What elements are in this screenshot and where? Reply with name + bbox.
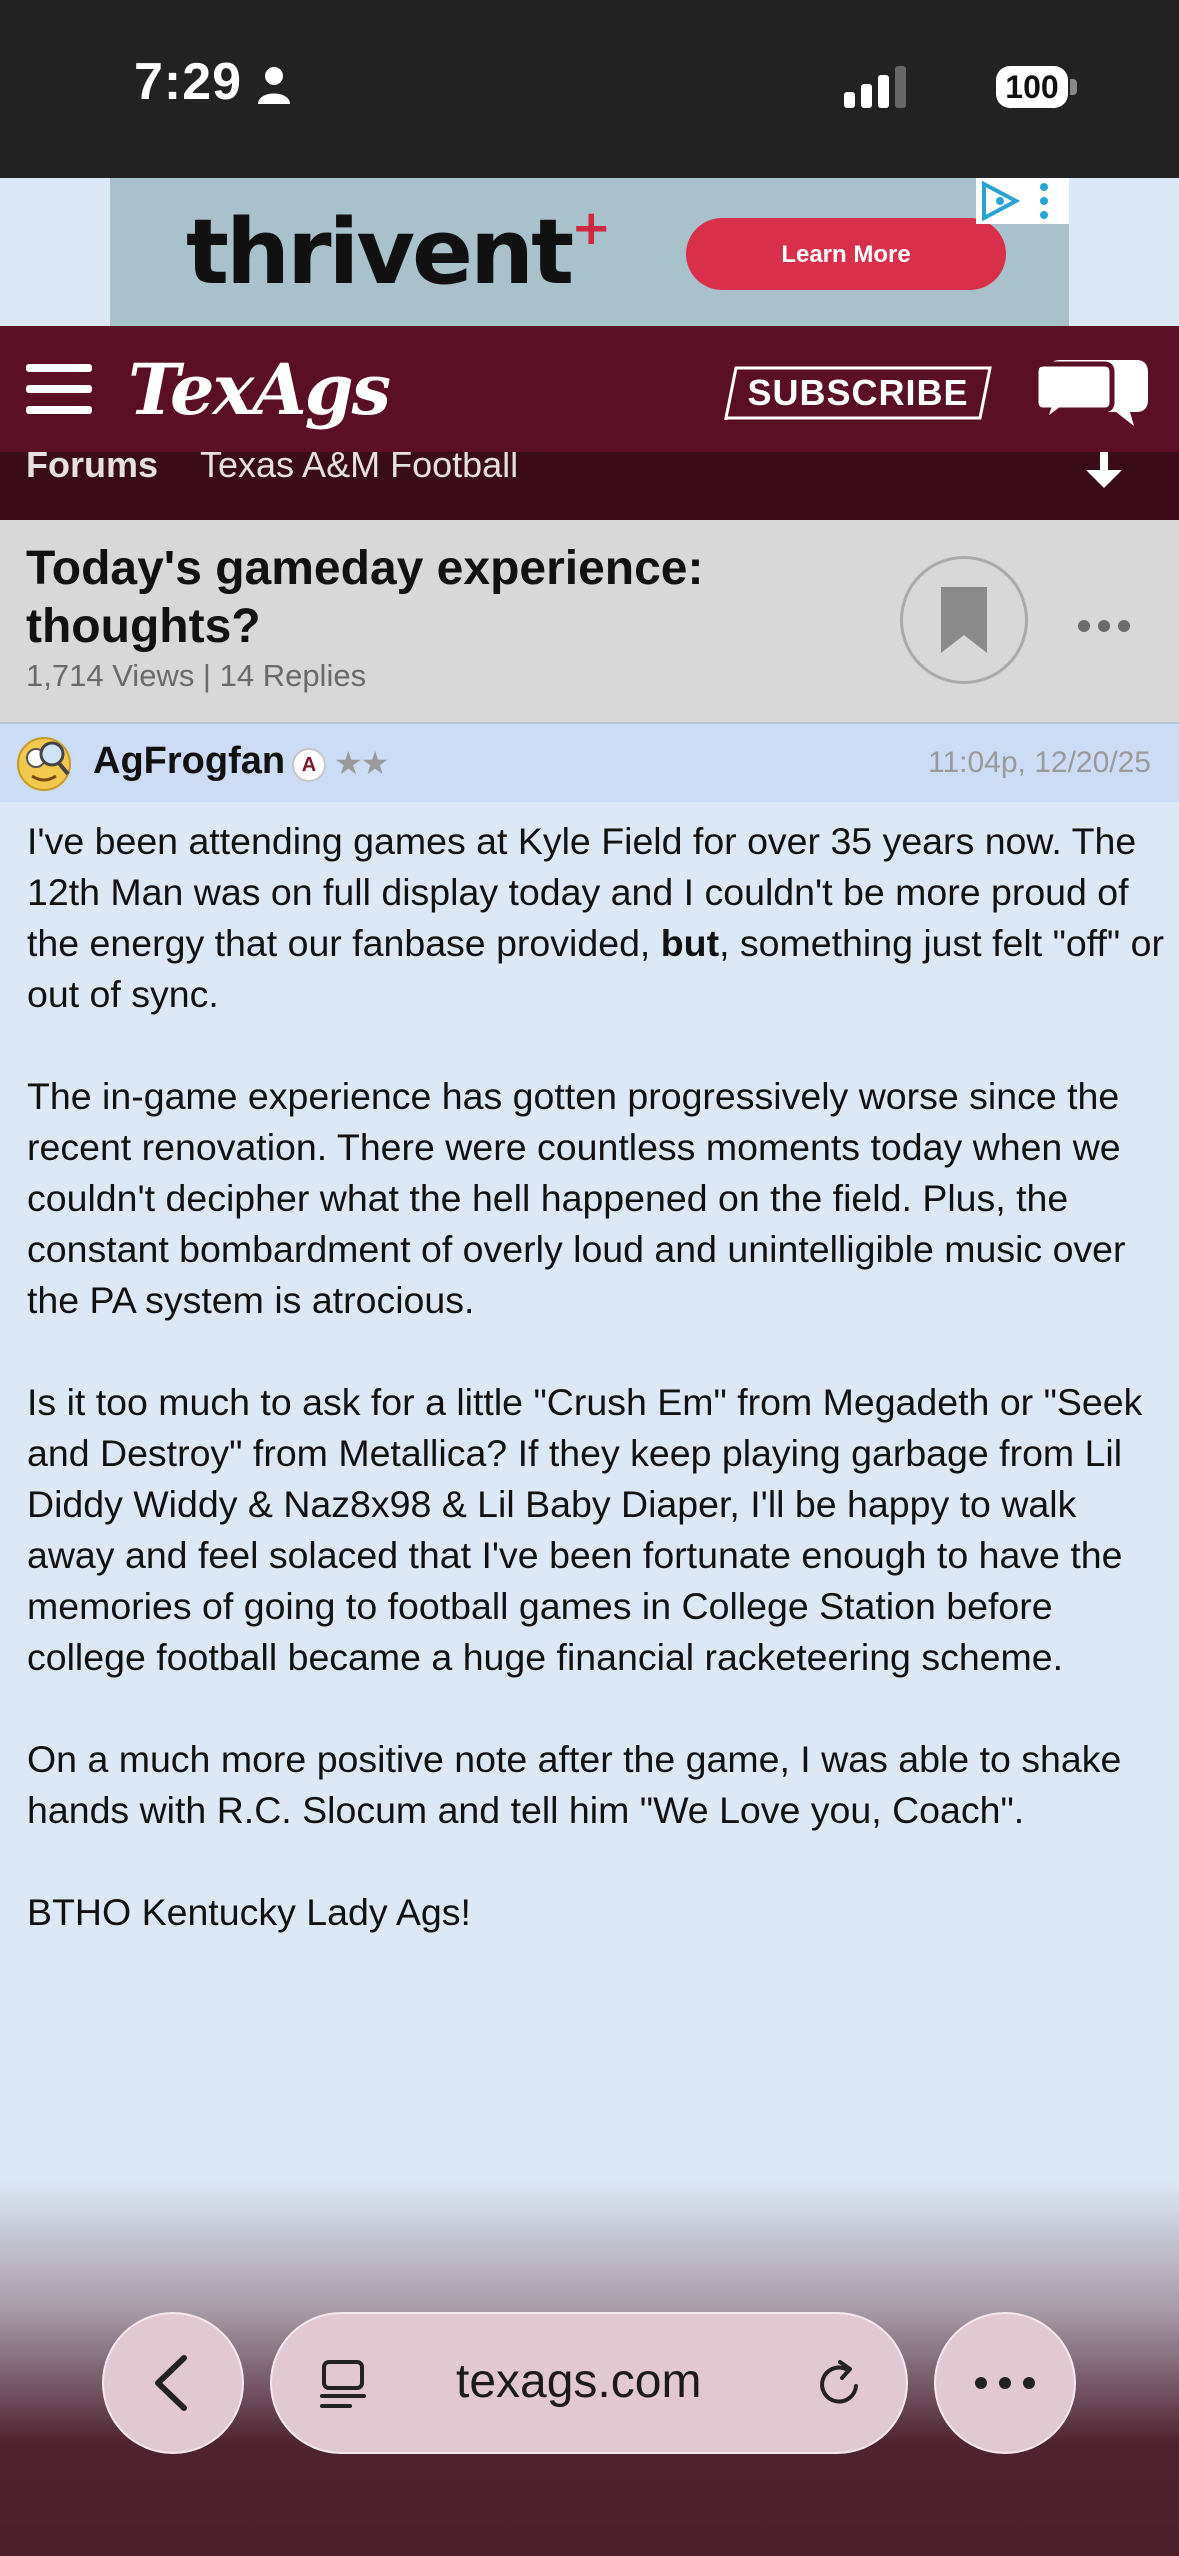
- post-paragraph: Is it too much to ask for a little "Crus…: [27, 1381, 1143, 1678]
- battery-level: 100: [996, 66, 1068, 108]
- arrow-down-icon[interactable]: [1084, 452, 1124, 490]
- status-bar: 7:29 100: [0, 0, 1179, 178]
- subscribe-button[interactable]: SUBSCRIBE: [724, 366, 992, 420]
- post-body: I've been attending games at Kyle Field …: [27, 816, 1167, 1989]
- url-text[interactable]: texags.com: [456, 2354, 701, 2409]
- ad-brand: thrivent+: [186, 200, 611, 305]
- menu-icon[interactable]: [26, 364, 92, 414]
- address-bar[interactable]: texags.com: [270, 2312, 908, 2454]
- thread-title: Today's gameday experience: thoughts?: [26, 542, 704, 653]
- site-header: TexAgs SUBSCRIBE: [0, 326, 1179, 452]
- user-stars: ★★: [334, 745, 389, 781]
- avatar[interactable]: [14, 732, 74, 792]
- thread-header: Today's gameday experience: thoughts? 1,…: [0, 520, 1179, 724]
- status-time: 7:29: [134, 53, 243, 111]
- ad-learn-more-button[interactable]: Learn More: [686, 218, 1006, 290]
- post-paragraph: I've been attending games at Kyle Field …: [27, 820, 1164, 1015]
- ellipsis-icon: [975, 2377, 1035, 2389]
- bookmark-icon: [941, 587, 987, 653]
- chat-icon[interactable]: [1030, 354, 1154, 430]
- breadcrumb: Forums Texas A&M Football: [0, 452, 1179, 520]
- post-timestamp: 11:04p, 12/20/25: [928, 746, 1151, 779]
- post-paragraph: BTHO Kentucky Lady Ags!: [27, 1891, 471, 1933]
- post-paragraph: On a much more positive note after the g…: [27, 1738, 1122, 1831]
- more-options-icon[interactable]: [1076, 616, 1132, 636]
- post-username[interactable]: AgFrogfan: [93, 740, 285, 783]
- back-button[interactable]: [102, 2312, 244, 2454]
- post-header: AgFrogfan A ★★ 11:04p, 12/20/25: [0, 724, 1179, 802]
- reload-icon[interactable]: [812, 2356, 868, 2412]
- thread-meta: 1,714 Views | 14 Replies: [26, 658, 367, 693]
- subscribe-label: SUBSCRIBE: [747, 372, 969, 413]
- more-menu-button[interactable]: [934, 2312, 1076, 2454]
- breadcrumb-forums[interactable]: Forums: [26, 452, 158, 486]
- ad-choices-icon[interactable]: [976, 178, 1069, 224]
- post-bold-text: but: [660, 922, 720, 964]
- bookmark-button[interactable]: [900, 556, 1028, 684]
- battery-indicator: 100: [996, 66, 1078, 108]
- person-icon: [258, 67, 290, 104]
- tab-overview-icon[interactable]: [318, 2358, 368, 2410]
- post-paragraph: The in-game experience has gotten progre…: [27, 1075, 1126, 1321]
- ad-banner[interactable]: thrivent+ Learn More: [110, 178, 1069, 326]
- chevron-left-icon: [155, 2355, 187, 2411]
- site-logo[interactable]: TexAgs: [128, 348, 391, 431]
- cellular-signal-icon: [844, 66, 906, 108]
- breadcrumb-section[interactable]: Texas A&M Football: [200, 452, 518, 486]
- user-badge: A: [292, 748, 326, 782]
